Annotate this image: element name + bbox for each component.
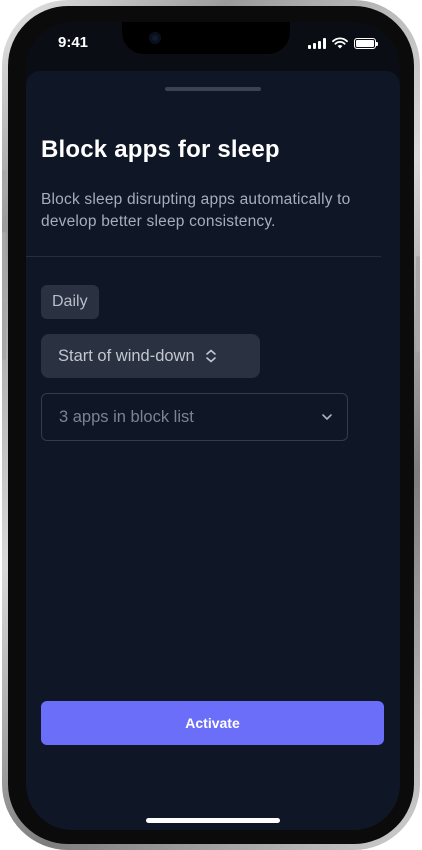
power-button: [416, 256, 420, 352]
block-list-value: 3 apps in block list: [59, 407, 194, 426]
divider: [26, 256, 381, 257]
mute-switch: [2, 170, 6, 200]
chevron-down-icon: [322, 414, 332, 420]
volume-up-button: [2, 232, 6, 290]
chevron-up-down-icon: [205, 349, 216, 363]
frequency-chip[interactable]: Daily: [41, 285, 99, 319]
frequency-chip-label: Daily: [52, 293, 88, 310]
trigger-select[interactable]: Start of wind-down: [41, 334, 260, 378]
battery-icon: [354, 37, 378, 49]
sheet-title: Block apps for sleep: [41, 136, 280, 163]
trigger-select-value: Start of wind-down: [58, 346, 195, 365]
home-indicator[interactable]: [146, 818, 280, 823]
sheet-grabber[interactable]: [165, 87, 261, 91]
status-time: 9:41: [58, 34, 89, 51]
activate-button[interactable]: Activate: [41, 701, 384, 745]
camera: [149, 32, 161, 44]
bottom-sheet: Block apps for sleep Block sleep disrupt…: [26, 71, 400, 830]
block-list-dropdown[interactable]: 3 apps in block list: [41, 393, 348, 441]
status-icons: [308, 37, 378, 49]
notch: [122, 22, 290, 54]
sheet-description: Block sleep disrupting apps automaticall…: [41, 191, 351, 230]
phone-frame: 9:41 Block apps for sleep Block sleep di…: [2, 0, 420, 850]
wifi-icon: [332, 37, 348, 49]
screen: 9:41 Block apps for sleep Block sleep di…: [26, 22, 400, 830]
cellular-signal-icon: [308, 37, 326, 49]
volume-down-button: [2, 302, 6, 360]
activate-button-label: Activate: [185, 715, 240, 731]
